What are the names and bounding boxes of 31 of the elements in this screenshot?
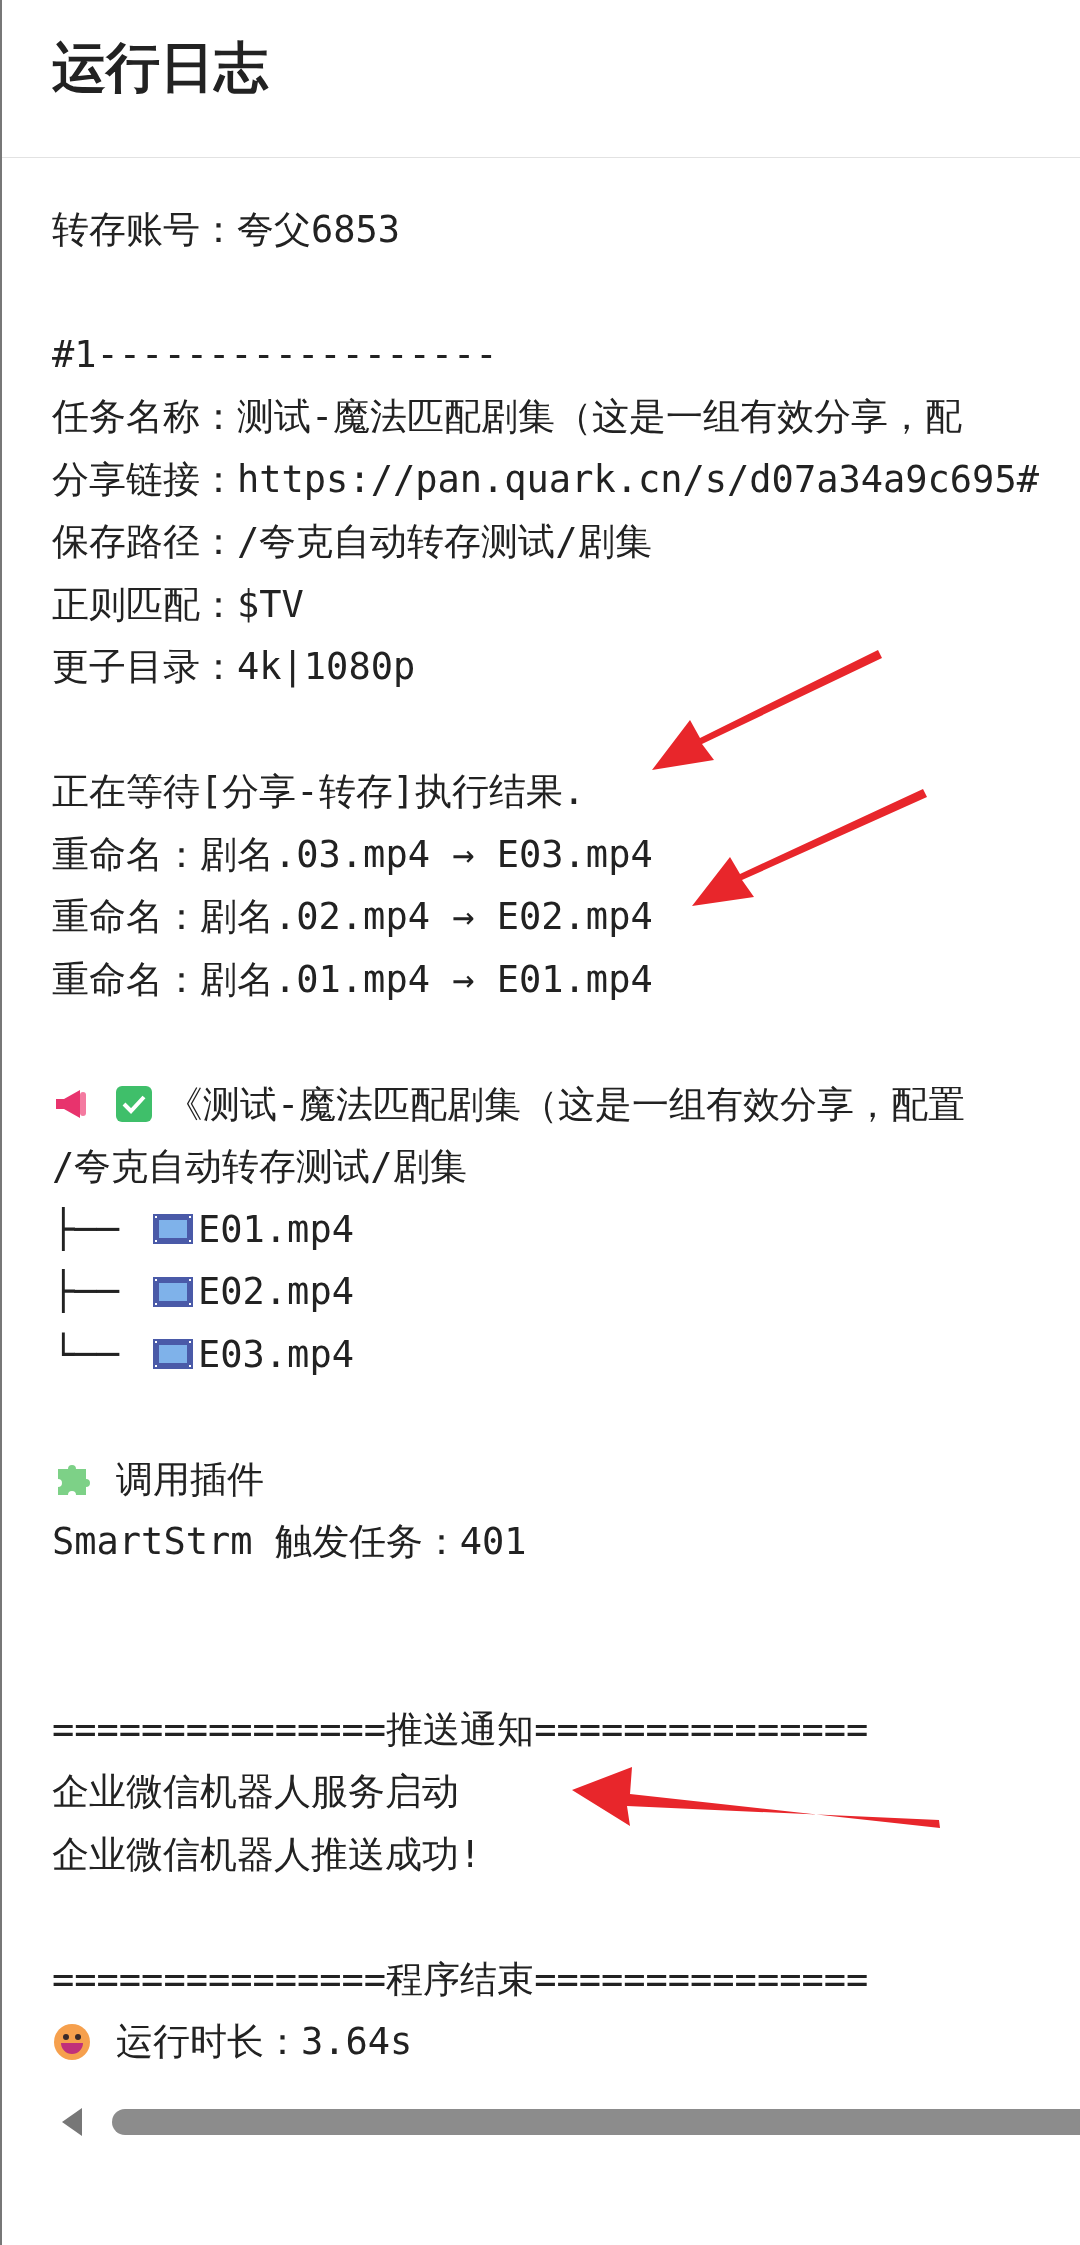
log-line: ===============程序结束===============	[52, 1956, 869, 2003]
file-name: E03.mp4	[198, 1331, 354, 1378]
tree-branch: ├──	[52, 1268, 121, 1315]
log-line: 运行时长：3.64s	[116, 2019, 413, 2065]
log-line: 转存账号：夸父6853	[52, 206, 401, 253]
panel-title: 运行日志	[52, 36, 268, 99]
log-line: 《测试-魔法匹配剧集（这是一组有效分享，配置	[166, 1081, 966, 1128]
log-line: #1------------------	[52, 331, 498, 378]
log-line: 保存路径：/夸克自动转存测试/剧集	[52, 519, 652, 565]
log-line: 企业微信机器人推送成功!	[52, 1831, 482, 1878]
log-line: 分享链接：https://pan.quark.cn/s/d07a34a9c695#	[52, 456, 1039, 503]
log-line: ===============推送通知===============	[52, 1706, 869, 1753]
log-line: 正则匹配：$TV	[52, 581, 304, 628]
log-line: 重命名：剧名.01.mp4 → E01.mp4	[52, 956, 653, 1003]
log-line: 更子目录：4k|1080p	[52, 644, 416, 690]
log-line: 调用插件	[116, 1456, 264, 1503]
file-name: E01.mp4	[198, 1206, 354, 1253]
log-line: 企业微信机器人服务启动	[52, 1769, 459, 1815]
log-line: 任务名称：测试-魔法匹配剧集（这是一组有效分享，配	[52, 394, 963, 440]
log-line: 重命名：剧名.02.mp4 → E02.mp4	[52, 894, 653, 940]
log-line: 重命名：剧名.03.mp4 → E03.mp4	[52, 831, 653, 878]
log-line: 正在等待[分享-转存]执行结果.	[52, 769, 586, 815]
scrollbar-thumb[interactable]	[112, 2109, 1080, 2135]
tree-branch: └──	[52, 1331, 121, 1378]
tree-branch: ├──	[52, 1206, 121, 1253]
log-line: /夸克自动转存测试/剧集	[52, 1144, 467, 1190]
log-line: SmartStrm 触发任务：401	[52, 1519, 527, 1565]
file-name: E02.mp4	[198, 1269, 354, 1315]
checkmark-icon	[114, 1084, 154, 1125]
grinning-face-icon	[52, 2021, 92, 2062]
scroll-left-icon[interactable]	[62, 2108, 84, 2136]
